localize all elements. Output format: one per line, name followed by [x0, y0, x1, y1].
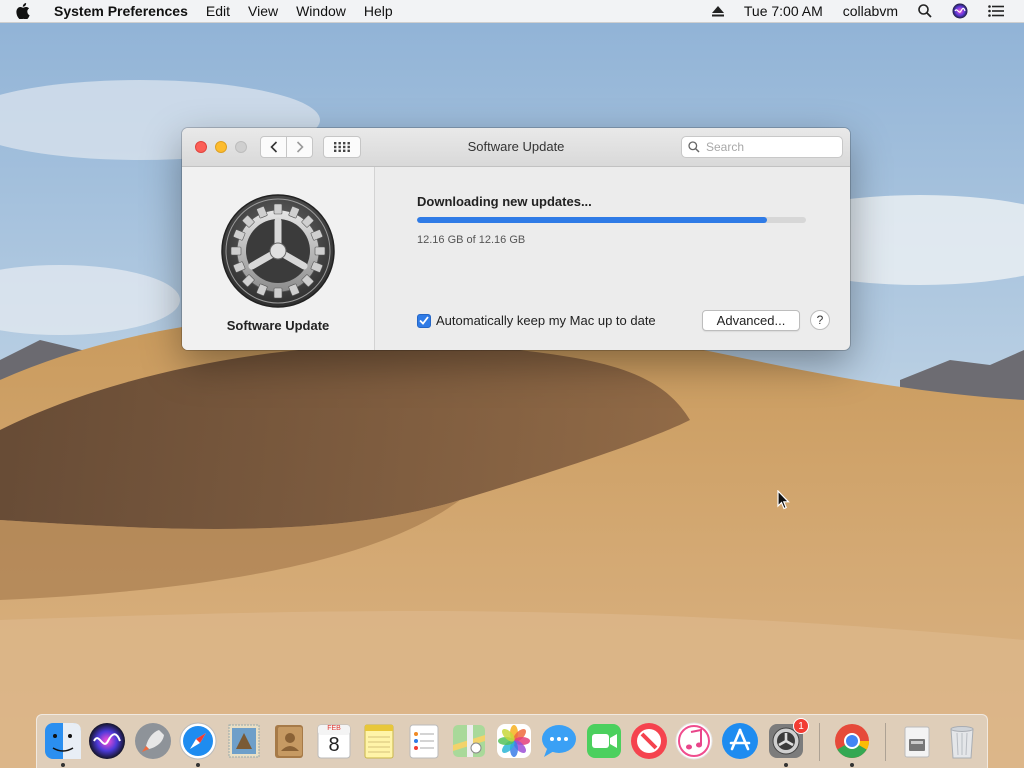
maps-icon[interactable] [449, 721, 489, 761]
title-bar[interactable]: Software Update [182, 128, 850, 167]
finder-icon[interactable] [43, 721, 83, 761]
help-button[interactable]: ? [810, 310, 830, 330]
app-store-icon[interactable] [720, 721, 760, 761]
menu-clock[interactable]: Tue 7:00 AM [744, 3, 823, 19]
download-status-title: Downloading new updates... [417, 194, 592, 209]
menu-help[interactable]: Help [364, 3, 393, 19]
search-field[interactable] [681, 136, 843, 158]
auto-update-option[interactable]: Automatically keep my Mac up to date [417, 313, 656, 328]
software-update-window: Software Update Search Software Update D… [182, 128, 850, 350]
download-progress-bar [417, 217, 806, 223]
advanced-button[interactable]: Advanced... [702, 310, 800, 331]
checkmark-icon [419, 316, 429, 325]
auto-update-label: Automatically keep my Mac up to date [436, 313, 656, 328]
search-input[interactable] [704, 139, 838, 155]
sidebar-title: Software Update [226, 318, 330, 333]
menu-bar: System Preferences Edit View Window Help… [0, 0, 1024, 23]
spotlight-search-icon[interactable] [918, 4, 932, 18]
apple-menu-icon[interactable] [16, 3, 38, 19]
dock: FEB 8 1 [36, 714, 988, 768]
menu-app-name[interactable]: System Preferences [54, 3, 188, 19]
chrome-icon[interactable] [832, 721, 872, 761]
system-preferences-running-indicator [784, 763, 788, 767]
mail-icon[interactable] [224, 721, 264, 761]
dock-separator [885, 723, 886, 761]
menu-window[interactable]: Window [296, 3, 346, 19]
photos-icon[interactable] [494, 721, 534, 761]
download-progress-fill [417, 217, 768, 223]
sidebar-panel: Software Update [182, 167, 375, 350]
calendar-icon[interactable]: FEB 8 [314, 721, 354, 761]
mouse-cursor-icon [777, 490, 790, 510]
notes-icon[interactable] [359, 721, 399, 761]
download-progress-text: 12.16 GB of 12.16 GB [417, 234, 526, 246]
reminders-icon[interactable] [404, 721, 444, 761]
itunes-icon[interactable] [674, 721, 714, 761]
safari-running-indicator [196, 763, 200, 767]
calendar-month: FEB [327, 725, 341, 732]
software-update-gear-icon [221, 194, 335, 308]
siri-menu-icon[interactable] [952, 3, 968, 19]
siri-icon[interactable] [87, 721, 127, 761]
notification-center-icon[interactable] [988, 5, 1004, 17]
launchpad-icon[interactable] [133, 721, 173, 761]
dock-separator [819, 723, 820, 761]
search-icon [688, 141, 700, 153]
finder-running-indicator [61, 763, 65, 767]
chrome-running-indicator [850, 763, 854, 767]
safari-icon[interactable] [178, 721, 218, 761]
news-icon[interactable] [629, 721, 669, 761]
downloads-stack-icon[interactable] [897, 721, 937, 761]
trash-icon[interactable] [942, 721, 982, 761]
eject-icon[interactable] [711, 5, 724, 17]
contacts-icon[interactable] [269, 721, 309, 761]
auto-update-checkbox[interactable] [417, 313, 431, 328]
facetime-icon[interactable] [584, 721, 624, 761]
desktop-wallpaper [0, 0, 1024, 768]
menu-view[interactable]: View [248, 3, 278, 19]
menu-edit[interactable]: Edit [206, 3, 230, 19]
messages-icon[interactable] [539, 721, 579, 761]
calendar-day: 8 [328, 734, 340, 756]
update-count-badge: 1 [793, 718, 809, 734]
menu-user[interactable]: collabvm [843, 3, 898, 19]
